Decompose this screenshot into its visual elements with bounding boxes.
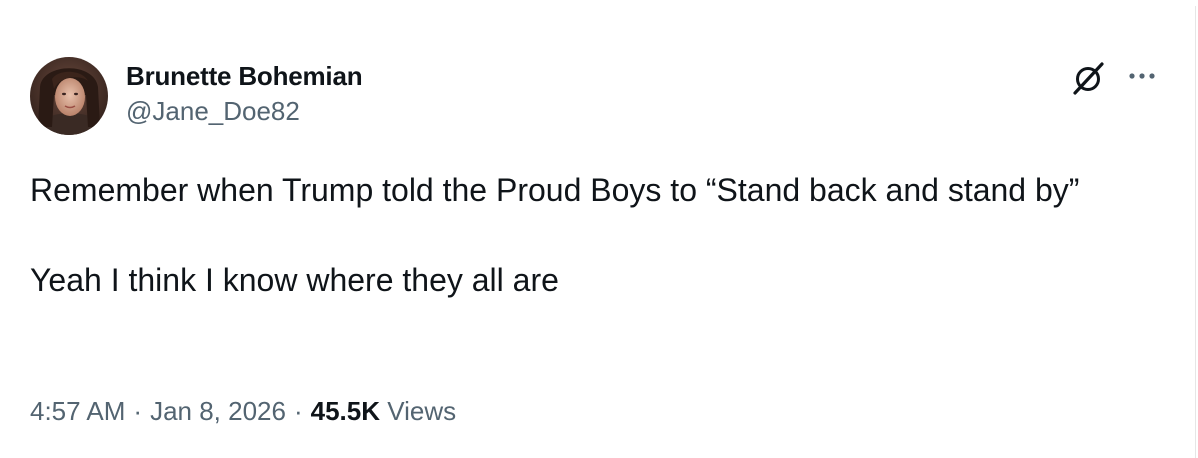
tweet-time[interactable]: 4:57 AM	[30, 396, 125, 426]
tweet-text-paragraph-1: Remember when Trump told the Proud Boys …	[30, 172, 1080, 208]
meta-separator: ·	[133, 396, 143, 426]
views-label: Views	[387, 396, 457, 426]
display-name[interactable]: Brunette Bohemian	[126, 60, 363, 92]
views-count[interactable]: 45.5K	[311, 396, 380, 426]
tweet-text: Remember when Trump told the Proud Boys …	[30, 170, 1150, 300]
grok-icon[interactable]	[1066, 56, 1110, 100]
user-handle[interactable]: @Jane_Doe82	[126, 96, 362, 126]
user-info: Brunette Bohemian @Jane_Doe82	[126, 60, 363, 126]
avatar[interactable]	[30, 57, 108, 135]
more-options-icon[interactable]	[1120, 56, 1164, 96]
tweet-meta: 4:57 AM · Jan 8, 2026 · 45.5K Views	[30, 394, 456, 428]
avatar-image	[30, 57, 108, 135]
meta-separator: ·	[293, 396, 303, 426]
tweet-card: Brunette Bohemian @Jane_Doe82 Remember w…	[0, 0, 1198, 458]
tweet-text-paragraph-2: Yeah I think I know where they all are	[30, 262, 559, 298]
tweet-date[interactable]: Jan 8, 2026	[150, 396, 286, 426]
card-border	[1195, 6, 1196, 458]
